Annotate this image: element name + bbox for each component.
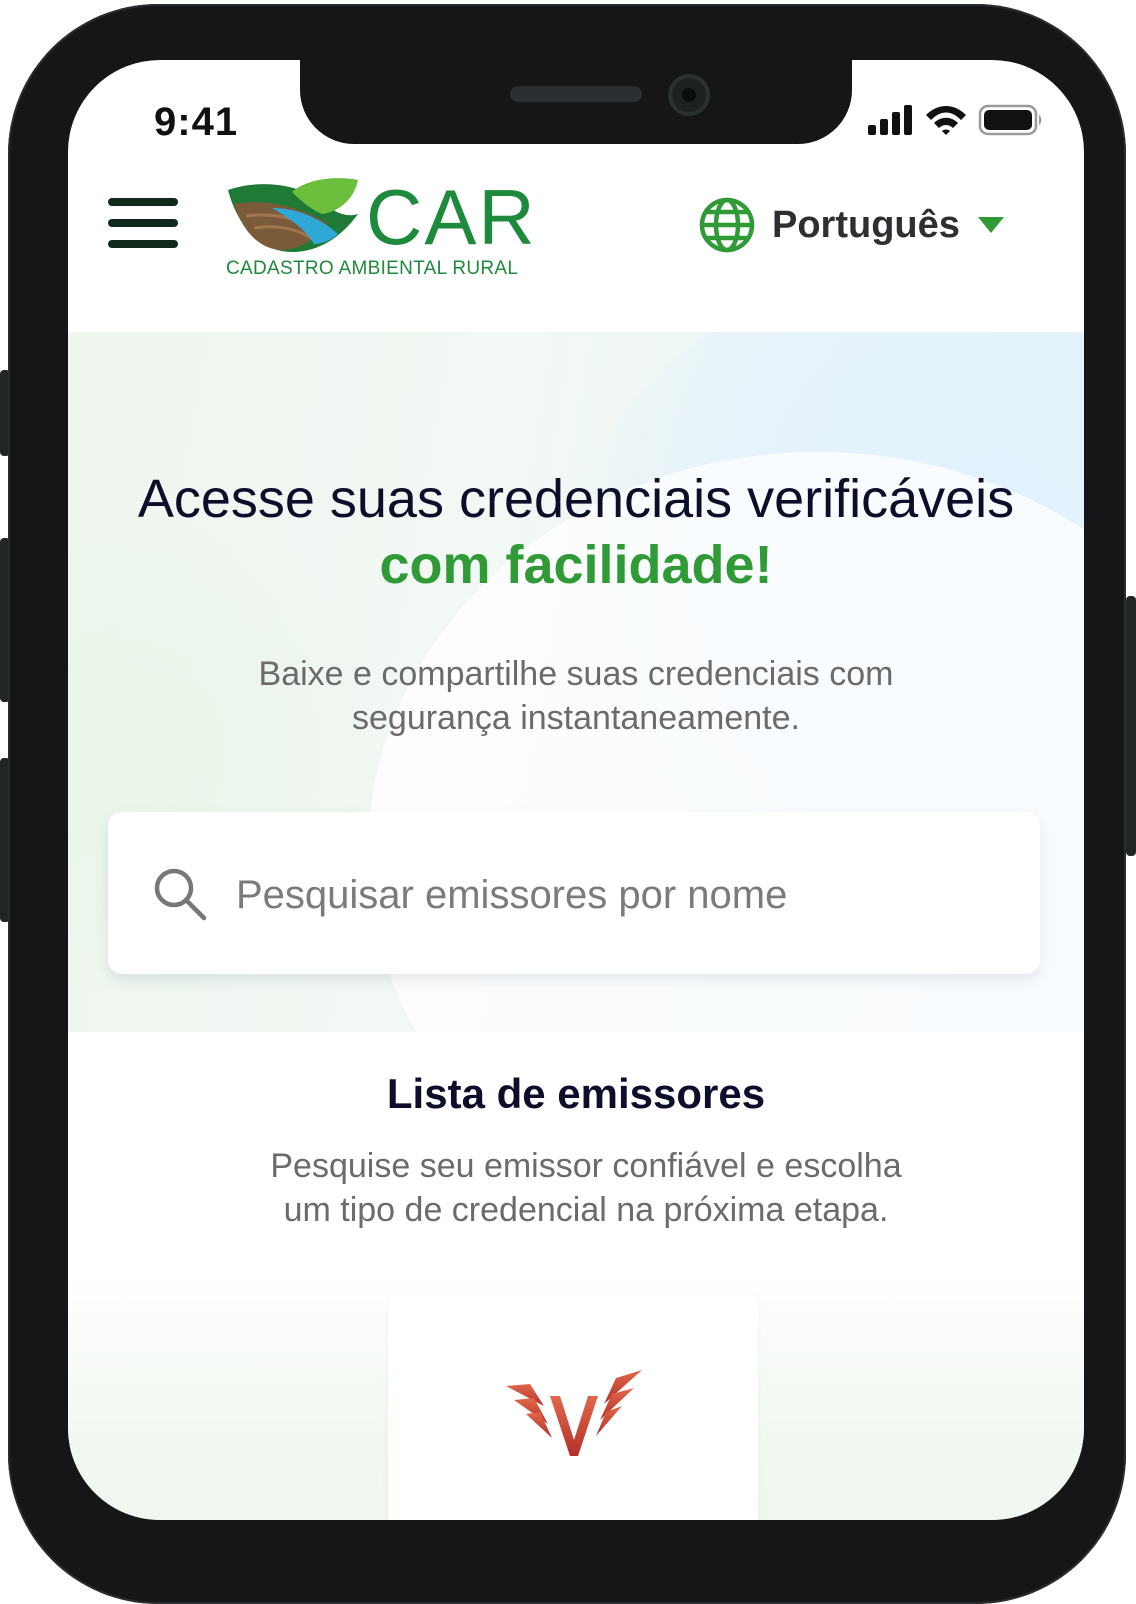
phone-notch bbox=[300, 60, 852, 144]
app-header: CAR CADASTRO AMBIENTAL RURAL Português bbox=[68, 160, 1084, 332]
speaker-grille bbox=[510, 86, 642, 102]
hero-subtitle-line1: Baixe e compartilhe suas credenciais com bbox=[258, 655, 894, 693]
issuer-card[interactable] bbox=[388, 1292, 758, 1520]
car-logo[interactable]: CAR CADASTRO AMBIENTAL RURAL bbox=[226, 172, 546, 282]
phone-screen: CAR CADASTRO AMBIENTAL RURAL Português 9… bbox=[68, 60, 1084, 1520]
cellular-signal-icon bbox=[868, 105, 912, 135]
phone-frame: CAR CADASTRO AMBIENTAL RURAL Português 9… bbox=[8, 4, 1126, 1604]
front-camera bbox=[668, 74, 710, 116]
language-label: Português bbox=[772, 203, 960, 246]
battery-icon bbox=[978, 104, 1042, 136]
hamburger-menu-icon[interactable] bbox=[108, 198, 178, 256]
issuer-list-subtitle: Pesquise seu emissor confiável e escolha… bbox=[208, 1144, 964, 1232]
language-selector[interactable]: Português bbox=[698, 196, 1006, 254]
logo-text: CAR bbox=[366, 173, 537, 261]
status-time: 9:41 bbox=[154, 100, 239, 144]
hero-subtitle: Baixe e compartilhe suas credenciais com… bbox=[198, 652, 954, 740]
hero-subtitle-line2: segurança instantaneamente. bbox=[352, 699, 800, 737]
wifi-icon bbox=[926, 106, 966, 135]
globe-icon bbox=[699, 197, 755, 253]
issuer-logo-icon bbox=[506, 1370, 642, 1456]
issuer-list-subtitle-line2: um tipo de credencial na próxima etapa. bbox=[283, 1191, 889, 1229]
search-box[interactable] bbox=[108, 812, 1040, 974]
caret-down-icon bbox=[977, 217, 1004, 233]
search-input[interactable] bbox=[234, 866, 998, 924]
search-icon bbox=[154, 868, 207, 921]
hero-title-main: Acesse suas credenciais verificáveis bbox=[137, 469, 1015, 529]
issuer-list-subtitle-line1: Pesquise seu emissor confiável e escolha bbox=[270, 1147, 902, 1185]
issuer-list-title: Lista de emissores bbox=[386, 1070, 766, 1117]
status-icons bbox=[868, 104, 1044, 136]
power-button bbox=[1126, 596, 1136, 856]
logo-subtitle: CADASTRO AMBIENTAL RURAL bbox=[226, 258, 519, 279]
hero-title-accent: com facilidade! bbox=[379, 535, 773, 595]
hero-title: Acesse suas credenciais verificáveis com… bbox=[68, 466, 1084, 598]
